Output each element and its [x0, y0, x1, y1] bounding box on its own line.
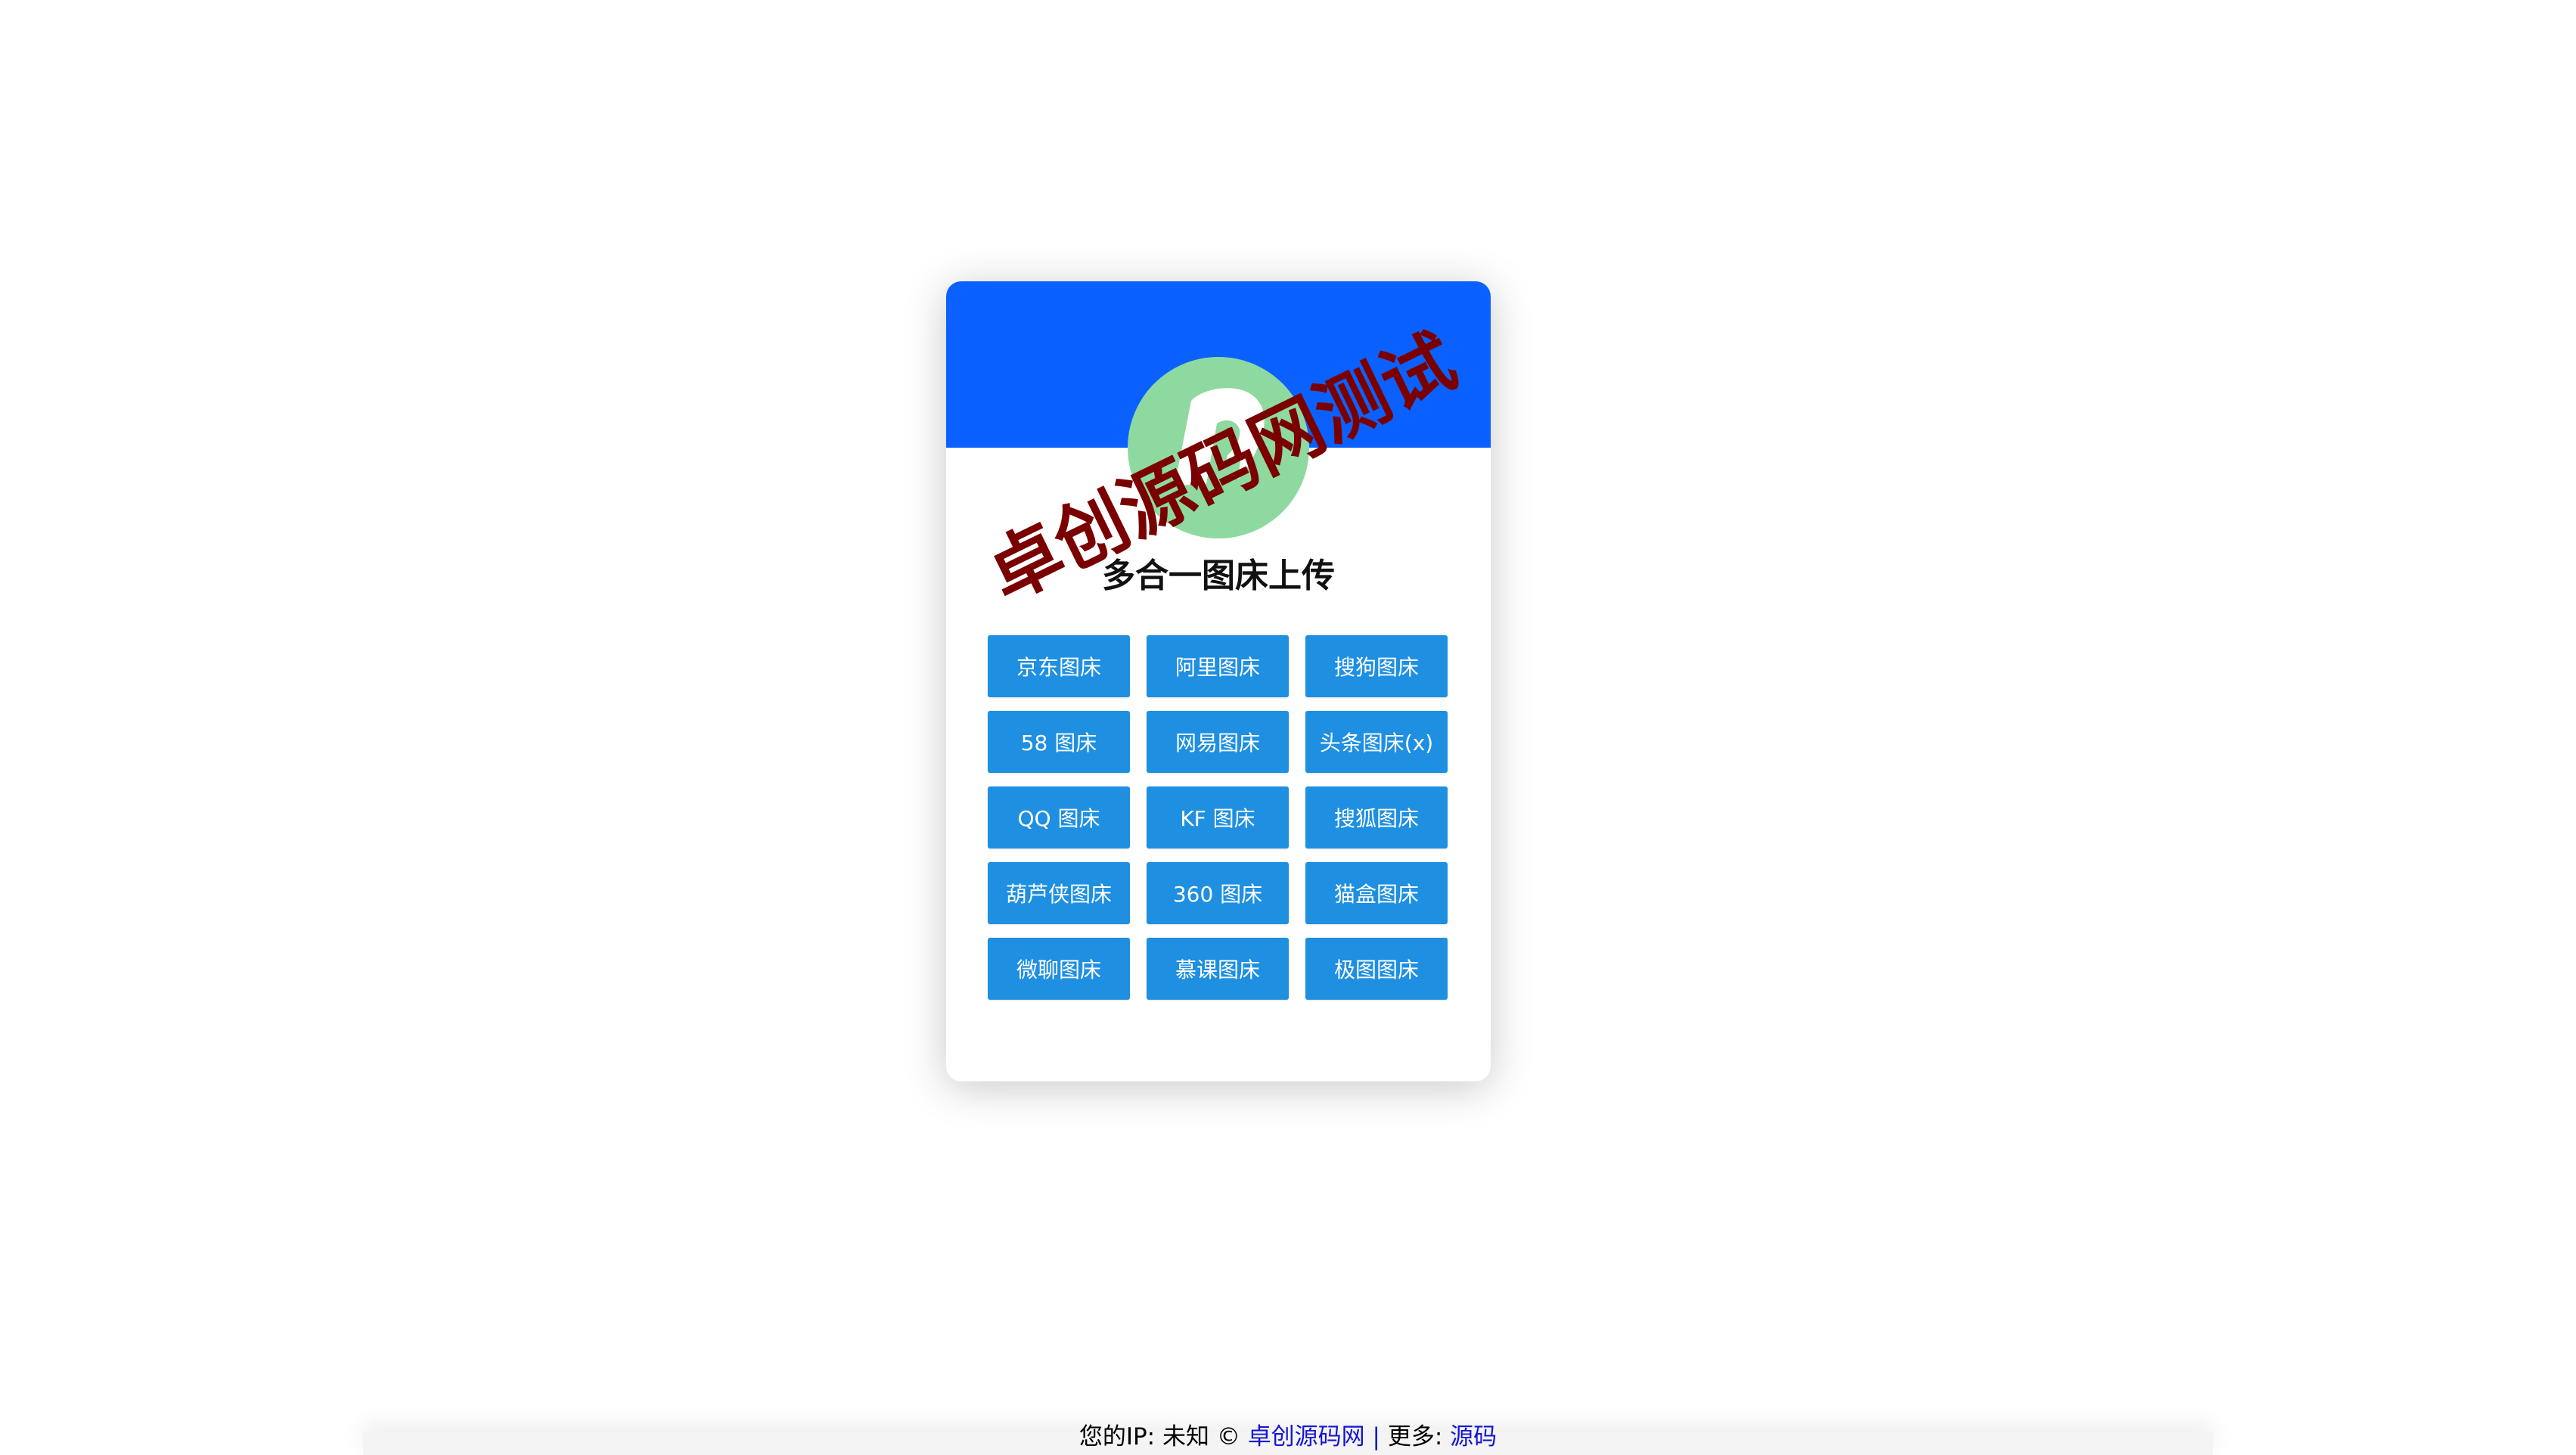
- site-link[interactable]: 卓创源码网: [1248, 1423, 1365, 1450]
- jd-host-button[interactable]: 京东图床: [988, 635, 1130, 697]
- more-label: 更多:: [1387, 1423, 1451, 1450]
- sogou-host-button[interactable]: 搜狗图床: [1305, 635, 1448, 697]
- footer-separator: |: [1364, 1423, 1388, 1450]
- imooc-host-button[interactable]: 慕课图床: [1147, 938, 1289, 1000]
- upload-card: 多合一图床上传 京东图床 阿里图床 搜狗图床 58 图床 网易图床 头条图床(x…: [946, 281, 1491, 1081]
- maohe-host-button[interactable]: 猫盒图床: [1305, 862, 1448, 924]
- footer: 您的IP: 未知 © 卓创源码网 | 更多: 源码: [0, 1419, 2576, 1455]
- page: 多合一图床上传 京东图床 阿里图床 搜狗图床 58 图床 网易图床 头条图床(x…: [0, 0, 2576, 1455]
- source-link[interactable]: 源码: [1450, 1423, 1497, 1450]
- netease-host-button[interactable]: 网易图床: [1147, 711, 1289, 773]
- jitu-host-button[interactable]: 极图图床: [1305, 938, 1448, 1000]
- 360-host-button[interactable]: 360 图床: [1147, 862, 1289, 924]
- ali-host-button[interactable]: 阿里图床: [1147, 635, 1289, 697]
- kf-host-button[interactable]: KF 图床: [1147, 786, 1289, 848]
- image-host-button-grid: 京东图床 阿里图床 搜狗图床 58 图床 网易图床 头条图床(x) QQ 图床 …: [988, 635, 1449, 1000]
- ip-info-text: 您的IP: 未知 ©: [1079, 1423, 1248, 1450]
- 58-host-button[interactable]: 58 图床: [988, 711, 1130, 773]
- huluxia-host-button[interactable]: 葫芦侠图床: [988, 862, 1130, 924]
- sohu-host-button[interactable]: 搜狐图床: [1305, 786, 1448, 848]
- card-title: 多合一图床上传: [1102, 557, 1335, 595]
- logo-icon: [1175, 388, 1265, 486]
- qq-host-button[interactable]: QQ 图床: [988, 786, 1130, 848]
- weiliao-host-button[interactable]: 微聊图床: [988, 938, 1130, 1000]
- toutiao-host-button[interactable]: 头条图床(x): [1305, 711, 1448, 773]
- logo-avatar: [1128, 357, 1309, 538]
